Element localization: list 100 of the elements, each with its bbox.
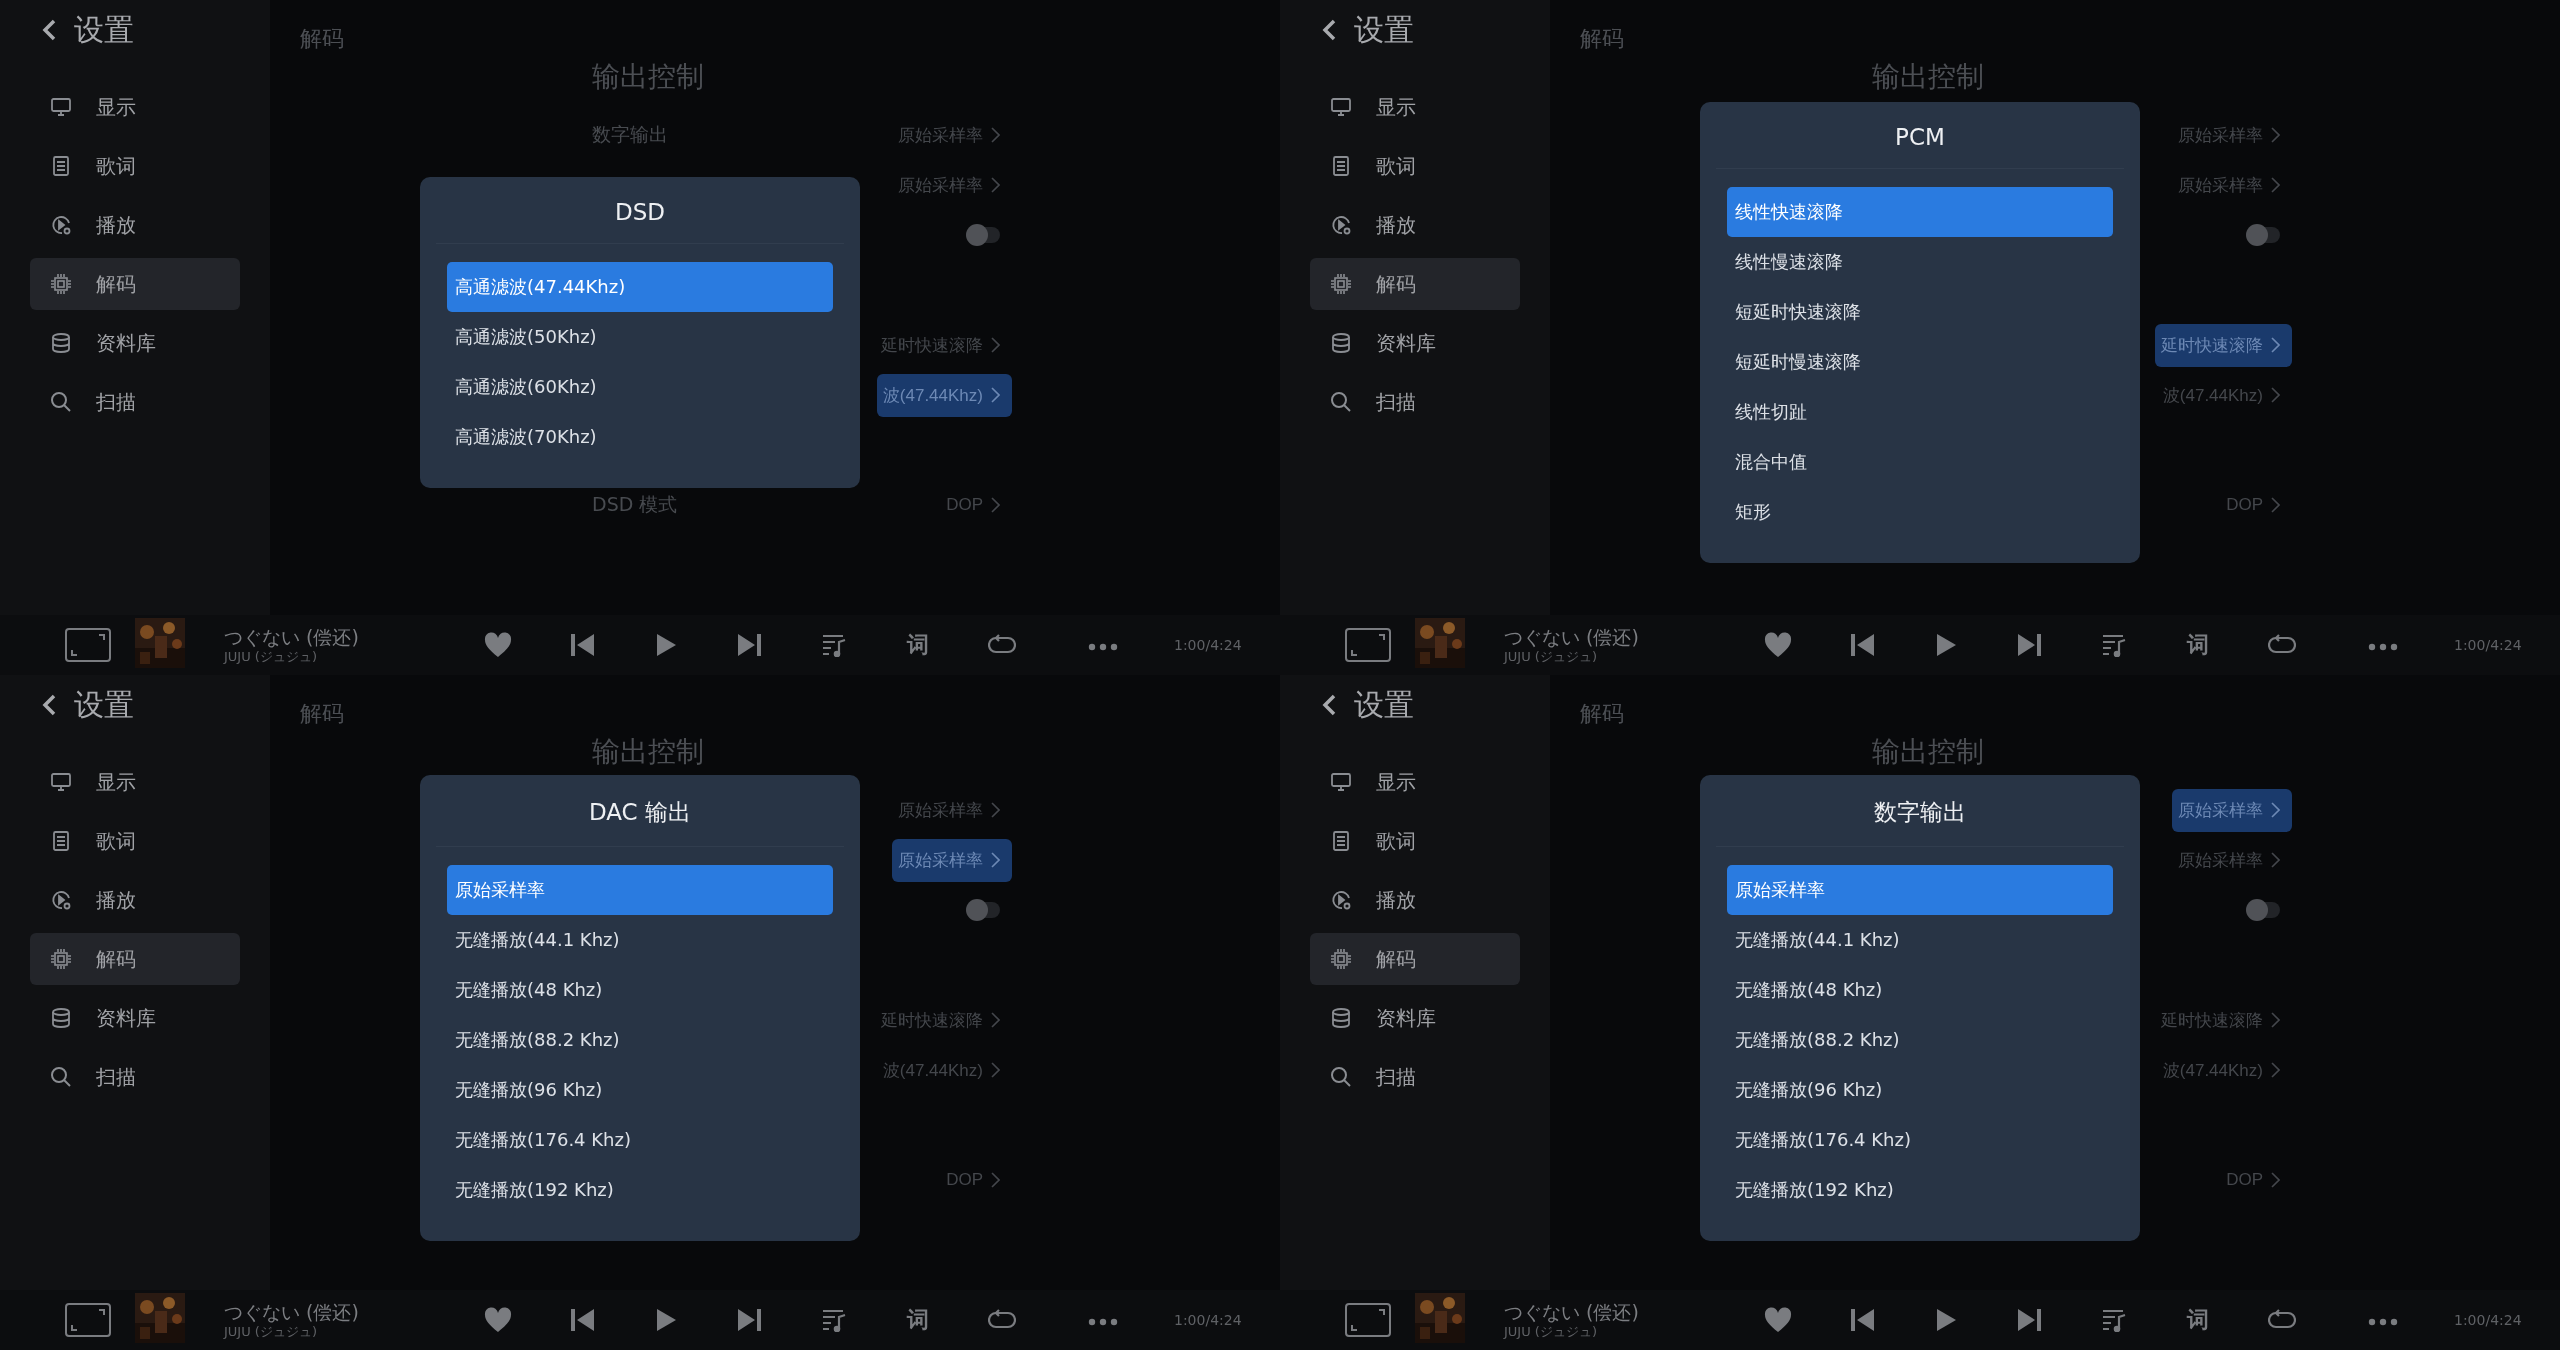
toggle-switch[interactable] (2248, 902, 2280, 918)
song-title: つぐない (偿还) (1504, 625, 1639, 649)
sidebar-item[interactable]: 播放 (30, 874, 240, 926)
sidebar-item[interactable]: 资料库 (30, 317, 240, 369)
sidebar-item[interactable]: 歌词 (1310, 815, 1520, 867)
toggle-switch[interactable] (968, 902, 1000, 918)
next-icon[interactable] (2017, 633, 2043, 657)
sidebar-item[interactable]: 扫描 (1310, 376, 1520, 428)
dialog-option[interactable]: 短延时慢速滚降 (1727, 337, 2113, 387)
chevron-icon (2271, 127, 2280, 143)
sidebar-item[interactable]: 解码 (1310, 258, 1520, 310)
playlist-icon[interactable] (821, 633, 847, 657)
heart-icon[interactable] (484, 1307, 512, 1333)
dialog-option[interactable]: 无缝播放(88.2 Khz) (447, 1014, 833, 1065)
dialog-option[interactable]: 无缝播放(176.4 Khz) (1727, 1114, 2113, 1165)
dialog-option[interactable]: 原始采样率 (1727, 864, 2113, 915)
dialog-option[interactable]: 矩形 (1727, 487, 2113, 537)
playlist-icon[interactable] (2101, 1308, 2127, 1332)
heart-icon[interactable] (1764, 632, 1792, 658)
back-icon[interactable] (42, 19, 56, 41)
sidebar-item[interactable]: 播放 (30, 199, 240, 251)
previous-icon[interactable] (569, 1308, 595, 1332)
playlist-icon[interactable] (821, 1308, 847, 1332)
dialog-option[interactable]: 混合中值 (1727, 437, 2113, 487)
dialog-option[interactable]: 高通滤波(70Khz) (447, 412, 833, 462)
play-icon[interactable] (655, 1308, 677, 1332)
song-artist: JUJU (ジュジュ) (1504, 649, 1597, 665)
chevron-icon (991, 497, 1000, 513)
sidebar-item[interactable]: 扫描 (30, 376, 240, 428)
toggle-switch[interactable] (968, 227, 1000, 243)
sidebar-item[interactable]: 歌词 (30, 140, 240, 192)
sidebar-item[interactable]: 资料库 (30, 992, 240, 1044)
sidebar-item[interactable]: 显示 (1310, 756, 1520, 808)
sidebar-item[interactable]: 歌词 (30, 815, 240, 867)
next-icon[interactable] (737, 1308, 763, 1332)
more-icon[interactable] (1088, 1317, 1118, 1326)
previous-icon[interactable] (1849, 633, 1875, 657)
sidebar-item[interactable]: 解码 (30, 258, 240, 310)
dialog-option[interactable]: 无缝播放(96 Khz) (447, 1064, 833, 1115)
dialog-option[interactable]: 线性慢速滚降 (1727, 237, 2113, 287)
play-icon[interactable] (1935, 1308, 1957, 1332)
lyrics-button[interactable]: 词 (907, 630, 929, 660)
dialog-option[interactable]: 无缝播放(44.1 Khz) (1727, 914, 2113, 965)
previous-icon[interactable] (1849, 1308, 1875, 1332)
sidebar-item[interactable]: 播放 (1310, 199, 1520, 251)
time-display: 1:00/4:24 (2454, 637, 2522, 653)
sidebar-item[interactable]: 解码 (1310, 933, 1520, 985)
fullscreen-icon[interactable] (65, 1303, 111, 1337)
sidebar-item[interactable]: 歌词 (1310, 140, 1520, 192)
dialog-option[interactable]: 高通滤波(50Khz) (447, 312, 833, 362)
dialog-option[interactable]: 无缝播放(88.2 Khz) (1727, 1014, 2113, 1065)
more-icon[interactable] (2368, 642, 2398, 651)
lyrics-button[interactable]: 词 (907, 1305, 929, 1335)
previous-icon[interactable] (569, 633, 595, 657)
heart-icon[interactable] (484, 632, 512, 658)
dialog-option[interactable]: 无缝播放(48 Khz) (1727, 964, 2113, 1015)
lyrics-button[interactable]: 词 (2187, 630, 2209, 660)
sidebar-item[interactable]: 资料库 (1310, 317, 1520, 369)
playlist-icon[interactable] (2101, 633, 2127, 657)
dialog-option[interactable]: 无缝播放(176.4 Khz) (447, 1114, 833, 1165)
dialog-option[interactable]: 无缝播放(96 Khz) (1727, 1064, 2113, 1115)
dialog-option[interactable]: 无缝播放(192 Khz) (1727, 1164, 2113, 1215)
dialog-option[interactable]: 短延时快速滚降 (1727, 287, 2113, 337)
dialog-option[interactable]: 线性切趾 (1727, 387, 2113, 437)
sidebar-item[interactable]: 扫描 (1310, 1051, 1520, 1103)
back-icon[interactable] (1322, 19, 1336, 41)
sidebar-item[interactable]: 显示 (30, 81, 240, 133)
dialog-option[interactable]: 高通滤波(47.44Khz) (447, 262, 833, 312)
more-icon[interactable] (1088, 642, 1118, 651)
play-icon[interactable] (1935, 633, 1957, 657)
chevron-icon (2271, 387, 2280, 403)
toggle-switch[interactable] (2248, 227, 2280, 243)
play-icon[interactable] (655, 633, 677, 657)
dialog-option[interactable]: 无缝播放(48 Khz) (447, 964, 833, 1015)
dialog-option[interactable]: 线性快速滚降 (1727, 187, 2113, 237)
page-title: 解码 (300, 700, 344, 728)
sidebar-item[interactable]: 显示 (1310, 81, 1520, 133)
database-icon (50, 332, 72, 354)
document-icon (1330, 830, 1352, 852)
back-icon[interactable] (1322, 694, 1336, 716)
fullscreen-icon[interactable] (65, 628, 111, 662)
next-icon[interactable] (737, 633, 763, 657)
more-icon[interactable] (2368, 1317, 2398, 1326)
sidebar-item[interactable]: 资料库 (1310, 992, 1520, 1044)
sidebar-item[interactable]: 扫描 (30, 1051, 240, 1103)
heart-icon[interactable] (1764, 1307, 1792, 1333)
lyrics-button[interactable]: 词 (2187, 1305, 2209, 1335)
fullscreen-icon[interactable] (1345, 628, 1391, 662)
dialog-option[interactable]: 无缝播放(192 Khz) (447, 1164, 833, 1215)
dialog-option[interactable]: 无缝播放(44.1 Khz) (447, 914, 833, 965)
sidebar-item[interactable]: 解码 (30, 933, 240, 985)
song-title: つぐない (偿还) (224, 625, 359, 649)
dialog-option[interactable]: 原始采样率 (447, 864, 833, 915)
fullscreen-icon[interactable] (1345, 1303, 1391, 1337)
next-icon[interactable] (2017, 1308, 2043, 1332)
sidebar-item[interactable]: 播放 (1310, 874, 1520, 926)
dialog-option[interactable]: 高通滤波(60Khz) (447, 362, 833, 412)
back-icon[interactable] (42, 694, 56, 716)
sidebar-item[interactable]: 显示 (30, 756, 240, 808)
document-icon (50, 155, 72, 177)
